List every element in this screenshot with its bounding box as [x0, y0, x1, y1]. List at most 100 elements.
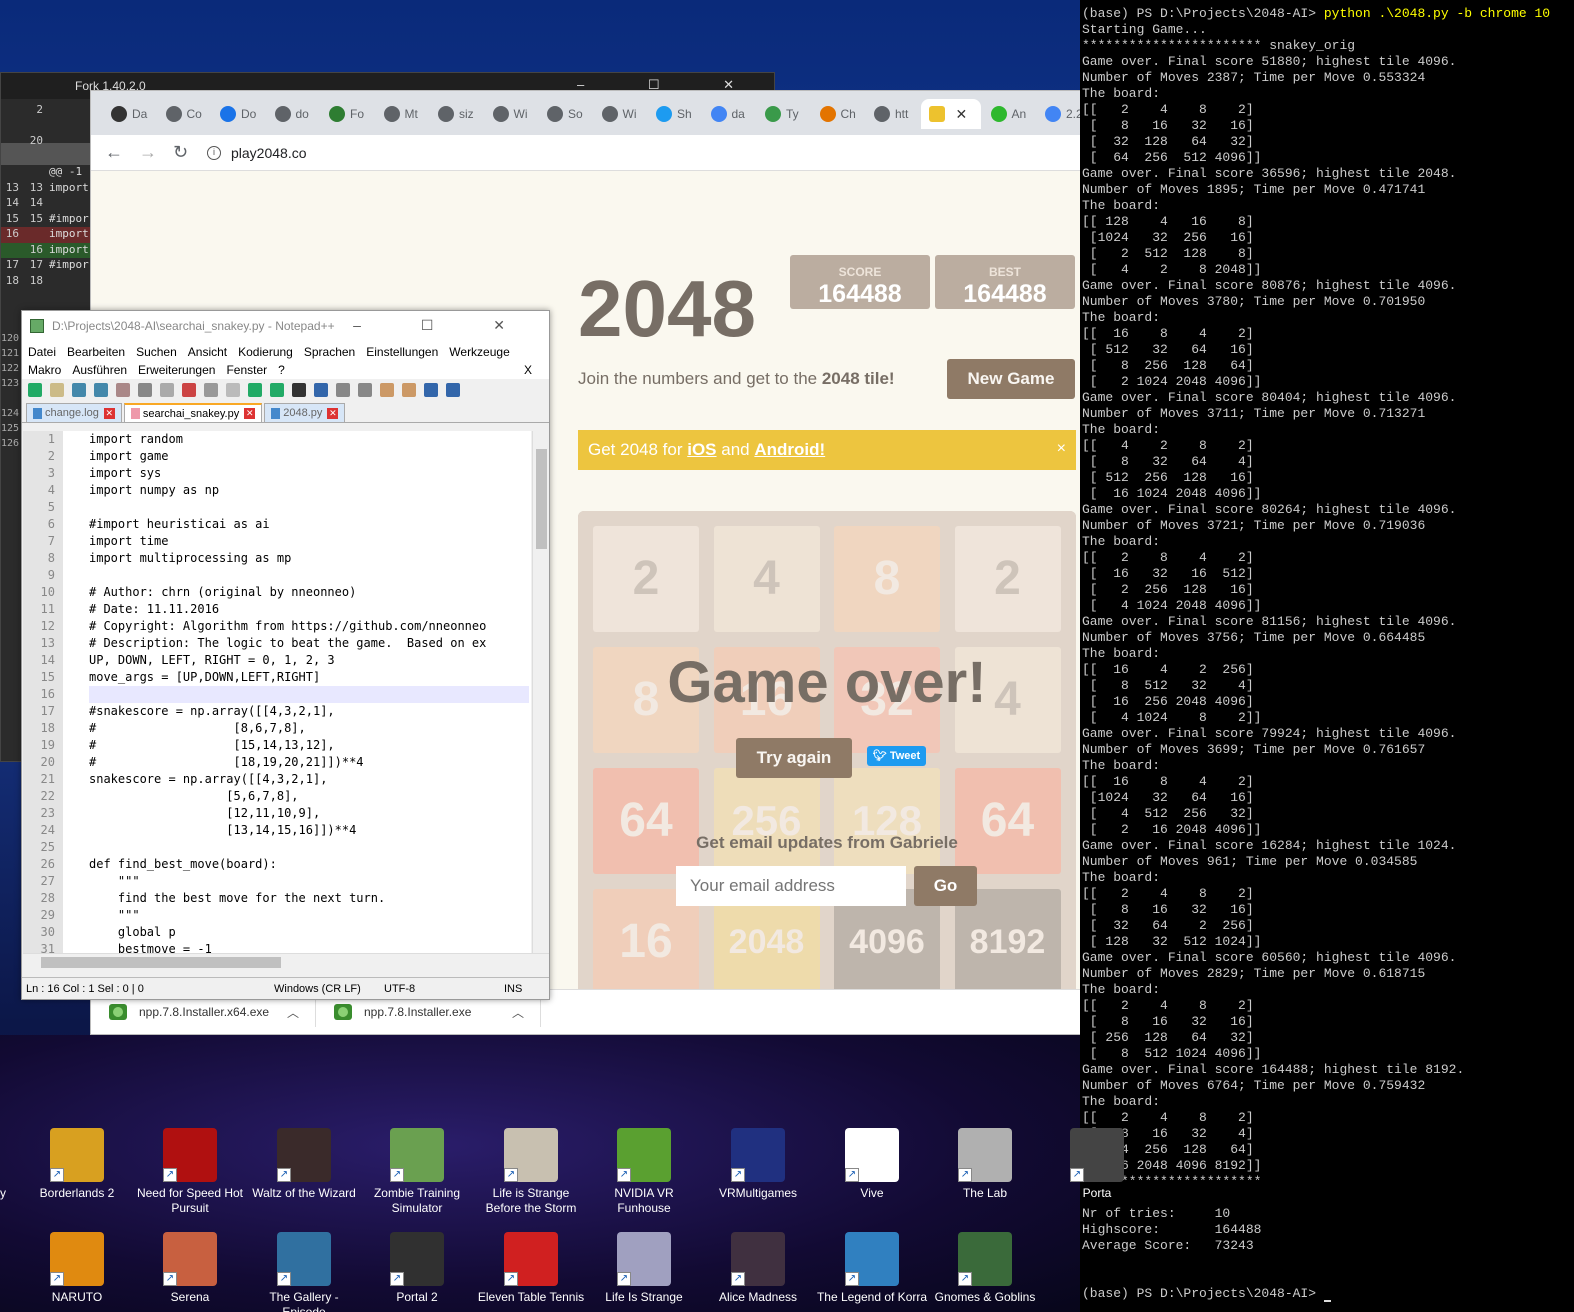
desktop-shortcut[interactable]: ↗ NARUTO — [20, 1232, 134, 1305]
desktop-shortcut[interactable]: ↗ Vive — [815, 1128, 929, 1201]
desktop-shortcut[interactable]: ↗ Borderlands 2 — [20, 1128, 134, 1201]
npp-menu-item[interactable]: Sprachen — [304, 345, 355, 359]
desktop-shortcut[interactable]: ↗ Life Is Strange — [587, 1232, 701, 1305]
browser-tab[interactable]: da — [703, 99, 755, 129]
powershell-terminal[interactable]: (base) PS D:\Projects\2048-AI> python .\… — [1080, 0, 1574, 1312]
browser-tab[interactable]: Ty — [757, 99, 809, 129]
tweet-button[interactable]: 🐦︎ Tweet — [867, 746, 926, 766]
word-wrap-icon[interactable] — [424, 383, 438, 397]
npp-menu-item[interactable]: Ansicht — [188, 345, 227, 359]
code-line[interactable]: """ — [89, 873, 529, 890]
npp-menu-item[interactable]: Kodierung — [238, 345, 293, 359]
tab-close-icon[interactable]: ✕ — [327, 407, 339, 419]
code-line[interactable]: # [18,19,20,21]])**4 — [89, 754, 529, 771]
npp-window-controls[interactable]: – ☐ ✕ — [353, 317, 533, 334]
code-content[interactable]: import random import game import sys import… — [89, 431, 529, 953]
code-line[interactable]: import game — [89, 448, 529, 465]
code-line[interactable]: import random — [89, 431, 529, 448]
download-item[interactable]: npp.7.8.Installer.exe ︿ — [316, 997, 541, 1027]
code-line[interactable]: find the best move for the next turn. — [89, 890, 529, 907]
browser-tab[interactable]: Wi — [594, 99, 646, 129]
find-icon[interactable] — [292, 383, 306, 397]
tab-close-icon[interactable]: ✕ — [244, 408, 256, 419]
save-icon[interactable] — [72, 383, 86, 397]
code-line[interactable] — [89, 686, 529, 703]
code-line[interactable]: snakescore = np.array([[4,3,2,1], — [89, 771, 529, 788]
banner-android-link[interactable]: Android! — [754, 440, 825, 459]
code-line[interactable] — [89, 839, 529, 856]
sync-vertical-icon[interactable] — [380, 383, 394, 397]
code-line[interactable]: move_args = [UP,DOWN,LEFT,RIGHT] — [89, 669, 529, 686]
desktop-shortcut[interactable]: ↗ Portal 2 — [360, 1232, 474, 1305]
npp-menu-item[interactable]: ? — [278, 363, 285, 377]
zoom-in-icon[interactable] — [336, 383, 350, 397]
code-line[interactable]: # Description: The logic to beat the gam… — [89, 635, 529, 652]
browser-tab[interactable]: siz — [430, 99, 482, 129]
replace-icon[interactable] — [314, 383, 328, 397]
browser-tab[interactable]: Mt — [376, 99, 428, 129]
cut-icon[interactable] — [182, 383, 196, 397]
open-file-icon[interactable] — [50, 383, 64, 397]
browser-tab[interactable]: Do — [212, 99, 264, 129]
npp-menu-item[interactable]: Ausführen — [72, 363, 127, 377]
code-line[interactable]: bestmove = -1 — [89, 941, 529, 953]
new-game-button[interactable]: New Game — [947, 359, 1075, 399]
desktop-shortcut[interactable]: ↗ Serena — [133, 1232, 247, 1305]
show-all-chars-icon[interactable] — [446, 383, 460, 397]
close-icon[interactable] — [116, 383, 130, 397]
email-input[interactable] — [676, 866, 906, 906]
save-all-icon[interactable] — [94, 383, 108, 397]
code-line[interactable]: #import heuristicai as ai — [89, 516, 529, 533]
address-bar[interactable]: i play2048.co — [207, 145, 307, 161]
scroll-thumb[interactable] — [536, 449, 547, 549]
print-icon[interactable] — [160, 383, 174, 397]
browser-tab[interactable]: Da — [103, 99, 155, 129]
desktop-shortcut[interactable]: ↗ Eleven Table Tennis — [474, 1232, 588, 1305]
browser-tab[interactable]: Ch — [812, 99, 864, 129]
code-line[interactable] — [89, 499, 529, 516]
site-info-icon[interactable]: i — [207, 145, 221, 160]
chevron-up-icon[interactable]: ︿ — [512, 1004, 524, 1021]
desktop-shortcut[interactable]: ↗ Need for Speed Hot Pursuit — [133, 1128, 247, 1216]
desktop-shortcut[interactable]: ↗ The Legend of Korra — [815, 1232, 929, 1305]
copy-icon[interactable] — [204, 383, 218, 397]
code-line[interactable]: def find_best_move(board): — [89, 856, 529, 873]
vertical-scrollbar[interactable] — [532, 431, 549, 953]
new-file-icon[interactable] — [28, 383, 42, 397]
desktop-shortcut[interactable]: ↗ The Lab — [928, 1128, 1042, 1201]
desktop-shortcut[interactable]: ↗ VRMultigames — [701, 1128, 815, 1201]
desktop-shortcut[interactable]: ↗ Life is Strange Before the Storm — [474, 1128, 588, 1216]
code-line[interactable]: # Author: chrn (original by nneonneo) — [89, 584, 529, 601]
sync-horizontal-icon[interactable] — [402, 383, 416, 397]
npp-file-tab[interactable]: change.log ✕ — [26, 403, 122, 422]
banner-close-icon[interactable]: × — [1057, 440, 1066, 458]
browser-tab[interactable]: Co — [158, 99, 210, 129]
tab-close-icon[interactable]: ✕ — [956, 106, 968, 123]
npp-menu-item[interactable]: Erweiterungen — [138, 363, 215, 377]
reload-icon[interactable]: ↻ — [173, 142, 189, 163]
code-line[interactable]: UP, DOWN, LEFT, RIGHT = 0, 1, 2, 3 — [89, 652, 529, 669]
desktop-shortcut[interactable]: ↗ NVIDIA VR Funhouse — [587, 1128, 701, 1216]
npp-menu-item[interactable]: Einstellungen — [366, 345, 438, 359]
code-line[interactable]: [12,11,10,9], — [89, 805, 529, 822]
code-editor[interactable]: 1 2 3 4 5 6 7 8 9 10 11 12 13 14 15 16 17 18 19 20 21 22 23 24 2… — [23, 431, 531, 953]
npp-menu-item[interactable]: Datei — [28, 345, 56, 359]
browser-tab[interactable]: So — [539, 99, 591, 129]
undo-icon[interactable] — [248, 383, 262, 397]
forward-icon[interactable]: → — [139, 142, 157, 163]
npp-menu-item[interactable]: Bearbeiten — [67, 345, 125, 359]
horizontal-scrollbar[interactable] — [23, 953, 549, 970]
npp-file-tab[interactable]: searchai_snakey.py ✕ — [123, 403, 263, 422]
npp-menu-item[interactable]: Suchen — [136, 345, 177, 359]
scroll-thumb[interactable] — [41, 957, 281, 968]
code-line[interactable]: """ — [89, 907, 529, 924]
npp-menu-item[interactable]: Werkzeuge — [449, 345, 509, 359]
desktop-shortcut[interactable]: ↗ Alice Madness — [701, 1232, 815, 1305]
code-line[interactable]: # [8,6,7,8], — [89, 720, 529, 737]
browser-tab[interactable]: An — [983, 99, 1035, 129]
code-line[interactable]: #snakescore = np.array([[4,3,2,1], — [89, 703, 529, 720]
npp-menu-item[interactable]: Makro — [28, 363, 61, 377]
back-icon[interactable]: ← — [105, 142, 123, 163]
browser-tab[interactable]: Wi — [485, 99, 537, 129]
code-line[interactable]: import sys — [89, 465, 529, 482]
